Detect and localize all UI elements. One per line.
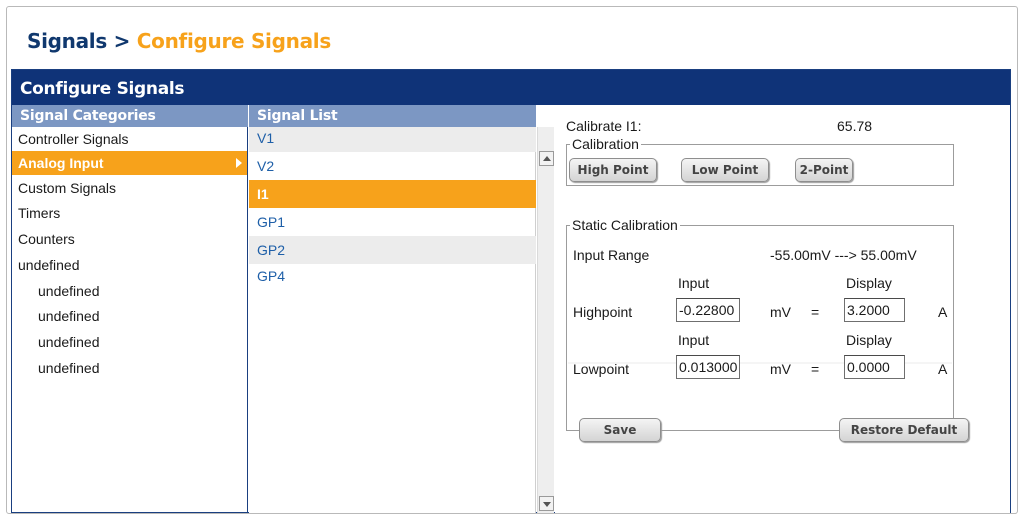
- signal-item-i1[interactable]: I1: [249, 180, 536, 208]
- highpoint-equals: =: [811, 304, 820, 320]
- category-controller-signals[interactable]: Controller Signals: [12, 127, 247, 151]
- category-label: undefined: [38, 360, 100, 376]
- calibration-legend: Calibration: [572, 136, 639, 152]
- highpoint-display-unit: A: [938, 304, 948, 320]
- highpoint-display-header: Display: [846, 275, 892, 291]
- signal-label: GP2: [257, 242, 286, 258]
- category-analog-input[interactable]: Analog Input: [12, 151, 247, 175]
- save-button[interactable]: Save: [579, 418, 661, 442]
- triangle-right-icon: [236, 158, 242, 168]
- category-undefined[interactable]: undefined: [12, 253, 247, 277]
- breadcrumb-separator: >: [113, 29, 131, 53]
- category-label: undefined: [38, 308, 100, 324]
- category-label: Analog Input: [18, 155, 104, 171]
- category-label: Counters: [18, 231, 75, 247]
- highpoint-label: Highpoint: [573, 304, 633, 320]
- subcategory-undefined[interactable]: undefined: [12, 304, 247, 328]
- calibrate-value: 65.78: [837, 118, 873, 134]
- breadcrumb: Signals > Configure Signals: [27, 29, 331, 53]
- subcategory-undefined[interactable]: undefined: [12, 356, 247, 380]
- lowpoint-input-header: Input: [678, 332, 710, 348]
- signal-item-gp4[interactable]: GP4: [249, 262, 536, 290]
- calibrate-label: Calibrate I1:: [566, 118, 642, 134]
- highpoint-input-field[interactable]: -0.22800: [676, 298, 740, 322]
- signal-label: V2: [257, 158, 275, 174]
- category-label: undefined: [38, 283, 100, 299]
- calibration-pane: Calibrate I1: 65.78 Calibration High Poi…: [555, 105, 1010, 513]
- signal-categories-header: Signal Categories: [12, 105, 248, 127]
- signal-list: V1 V2 I1 GP1 GP2 GP4: [249, 127, 536, 513]
- category-label: Controller Signals: [18, 131, 129, 147]
- panel-title: Configure Signals: [12, 70, 1010, 105]
- lowpoint-display-field[interactable]: 0.0000: [844, 355, 905, 379]
- category-custom-signals[interactable]: Custom Signals: [12, 176, 247, 200]
- signal-item-v1[interactable]: V1: [249, 127, 536, 152]
- category-label: Custom Signals: [18, 180, 117, 196]
- restore-default-button[interactable]: Restore Default: [839, 418, 969, 442]
- signal-list-header: Signal List: [249, 105, 536, 127]
- lowpoint-input-field[interactable]: 0.013000: [676, 355, 740, 379]
- signal-categories-list: Controller Signals Analog Input Custom S…: [12, 127, 248, 513]
- scroll-down-button[interactable]: [539, 496, 554, 511]
- input-range-label: Input Range: [573, 247, 650, 263]
- signal-label: GP4: [257, 268, 286, 284]
- signal-item-v2[interactable]: V2: [249, 152, 536, 180]
- lowpoint-label: Lowpoint: [573, 361, 630, 377]
- configure-signals-panel: Configure Signals Signal Categories Sign…: [11, 69, 1011, 513]
- lowpoint-unit: mV: [770, 361, 791, 377]
- high-point-button[interactable]: High Point: [569, 158, 657, 182]
- category-label: undefined: [18, 257, 80, 273]
- signal-list-scrollbar[interactable]: [537, 127, 554, 513]
- static-calibration-legend: Static Calibration: [572, 217, 678, 233]
- signal-item-gp2[interactable]: GP2: [249, 236, 536, 264]
- highpoint-display-field[interactable]: 3.2000: [844, 298, 905, 322]
- lowpoint-equals: =: [811, 361, 820, 377]
- highpoint-unit: mV: [770, 304, 791, 320]
- signal-label: V1: [257, 130, 275, 146]
- scroll-down-icon: [543, 502, 551, 507]
- highpoint-input-header: Input: [678, 275, 710, 291]
- breadcrumb-root[interactable]: Signals: [27, 29, 107, 53]
- lowpoint-display-header: Display: [846, 332, 892, 348]
- input-range-value: -55.00mV ---> 55.00mV: [770, 247, 917, 263]
- breadcrumb-current: Configure Signals: [136, 29, 331, 53]
- subcategory-undefined[interactable]: undefined: [12, 330, 247, 354]
- category-timers[interactable]: Timers: [12, 201, 247, 225]
- lowpoint-display-unit: A: [938, 361, 948, 377]
- two-point-button[interactable]: 2-Point: [795, 158, 853, 182]
- signal-label: I1: [257, 186, 269, 202]
- signal-label: GP1: [257, 214, 286, 230]
- signal-item-gp1[interactable]: GP1: [249, 208, 536, 236]
- category-counters[interactable]: Counters: [12, 227, 247, 251]
- scroll-up-button[interactable]: [539, 151, 554, 166]
- category-label: Timers: [18, 205, 61, 221]
- scroll-up-icon: [543, 156, 551, 161]
- category-label: undefined: [38, 334, 100, 350]
- subcategory-undefined[interactable]: undefined: [12, 279, 247, 303]
- low-point-button[interactable]: Low Point: [681, 158, 769, 182]
